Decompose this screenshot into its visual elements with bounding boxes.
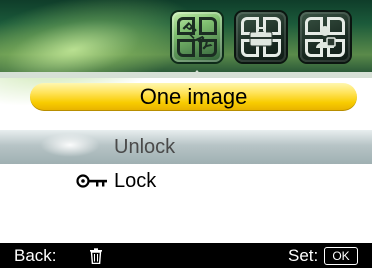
tab-settings[interactable] bbox=[300, 12, 350, 62]
menu-item-label: Unlock bbox=[114, 135, 176, 158]
key-icon bbox=[76, 174, 107, 188]
camera-playback-menu-screen: PLAY One image Unlock Lock Back: Set: OK bbox=[0, 0, 372, 268]
tab-bar: PLAY bbox=[0, 0, 372, 78]
menu-title: One image bbox=[139, 84, 248, 109]
back-hint-label: Back: bbox=[14, 245, 57, 265]
menu-item-lock[interactable]: Lock bbox=[0, 164, 372, 198]
tab-tools[interactable] bbox=[236, 12, 286, 62]
tab-play[interactable]: PLAY bbox=[172, 12, 222, 62]
active-tab-pointer bbox=[190, 70, 204, 78]
menu-title-bar: One image bbox=[30, 83, 357, 111]
toolbox-icon bbox=[236, 12, 286, 62]
set-hint-label: Set: bbox=[288, 245, 319, 265]
menu-list: Unlock Lock bbox=[0, 126, 372, 198]
footer-bar: Back: Set: OK bbox=[0, 243, 372, 268]
menu-item-unlock[interactable]: Unlock bbox=[0, 130, 372, 164]
play-tab-label: PLAY bbox=[179, 19, 215, 55]
trash-icon bbox=[90, 248, 102, 264]
person-settings-icon bbox=[300, 12, 350, 62]
menu-item-label: Lock bbox=[114, 169, 157, 192]
ok-key-badge: OK bbox=[324, 247, 358, 265]
